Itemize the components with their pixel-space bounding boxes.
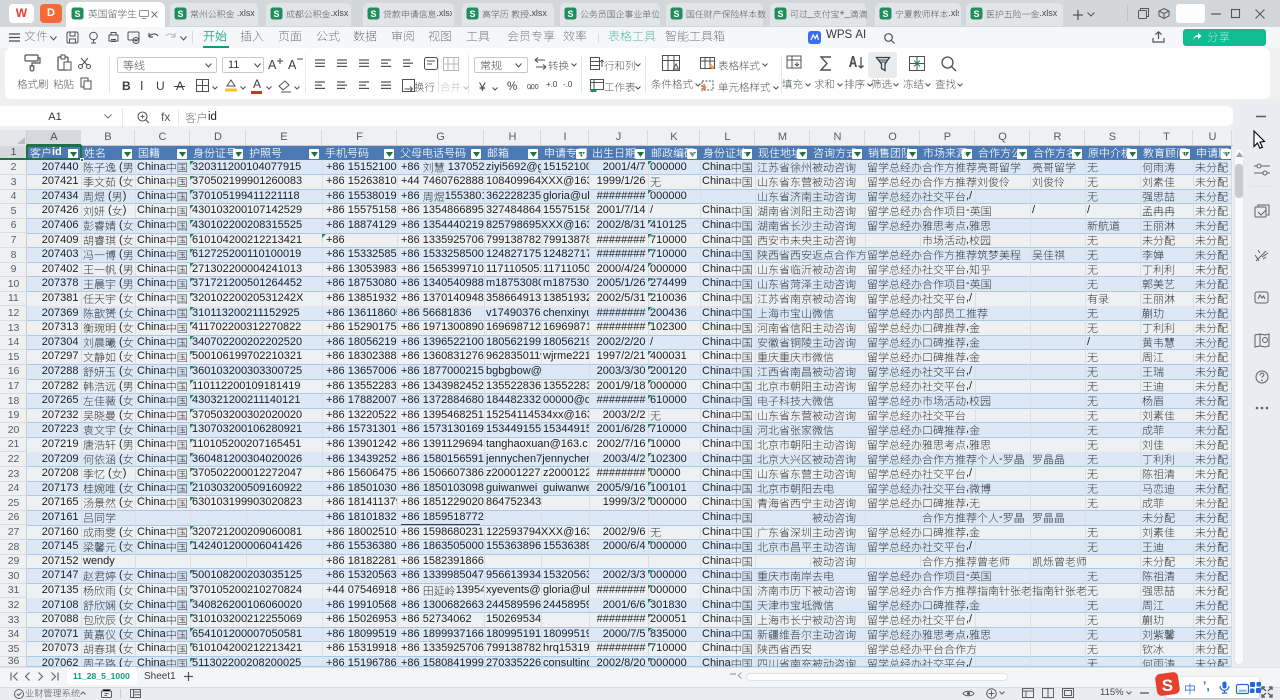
svg-text:S: S [567, 9, 573, 19]
svg-text:S: S [973, 9, 979, 19]
svg-text:S: S [177, 9, 183, 19]
svg-text:S: S [882, 9, 888, 19]
svg-text:S: S [370, 9, 376, 19]
svg-text:S: S [74, 9, 80, 19]
svg-text:S: S [777, 9, 783, 19]
svg-text:S: S [673, 9, 679, 19]
svg-text:S: S [273, 9, 279, 19]
svg-text:S: S [469, 9, 475, 19]
